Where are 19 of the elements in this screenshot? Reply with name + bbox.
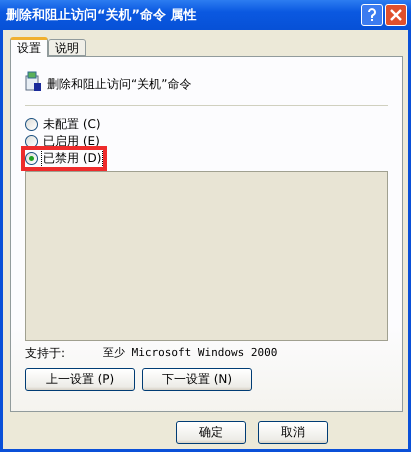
- radio-button[interactable]: [25, 152, 38, 165]
- radio-label[interactable]: 未配置 (C): [41, 115, 103, 134]
- help-button[interactable]: [361, 4, 383, 26]
- radio-button[interactable]: [25, 118, 38, 131]
- tab[interactable]: 设置: [10, 37, 48, 57]
- supported-label: 支持于:: [25, 345, 66, 362]
- supported-value: 至少 Microsoft Windows 2000: [103, 345, 278, 361]
- nav-button[interactable]: 下一设置 (N): [142, 368, 252, 391]
- radio-label[interactable]: 已禁用 (D): [41, 149, 104, 168]
- close-icon: [390, 9, 402, 21]
- setting-name: 删除和阻止访问“关机”命令: [47, 76, 192, 93]
- nav-button[interactable]: 上一设置 (P): [25, 368, 135, 391]
- window-title: 删除和阻止访问“关机”命令 属性: [6, 6, 198, 24]
- tab[interactable]: 说明: [48, 39, 86, 56]
- close-button[interactable]: [385, 4, 407, 26]
- help-icon: [367, 8, 377, 22]
- dialog-button[interactable]: 确定: [176, 421, 246, 444]
- policy-icon: [25, 71, 43, 93]
- dialog-button[interactable]: 取消: [258, 421, 328, 444]
